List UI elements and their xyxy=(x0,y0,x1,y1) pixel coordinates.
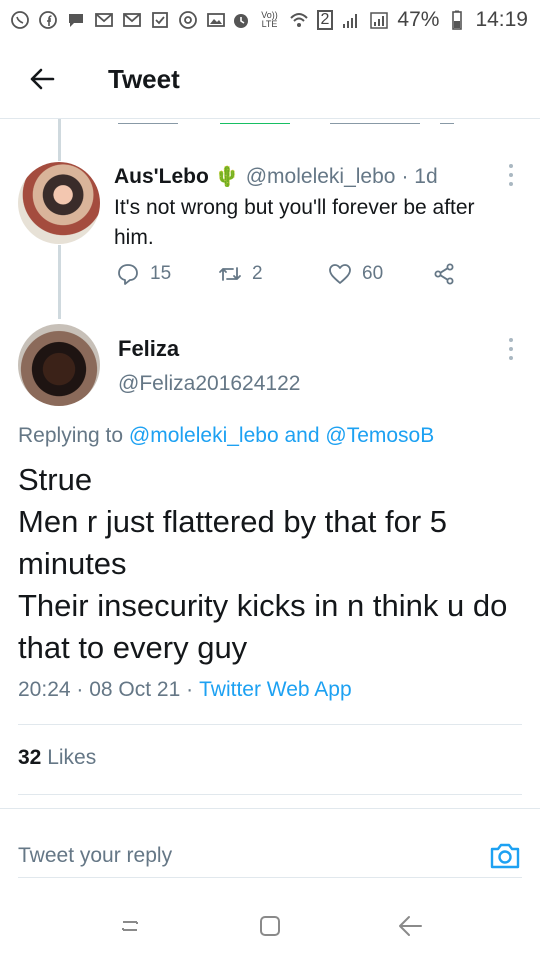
like-count: 60 xyxy=(362,263,384,284)
more-options-button[interactable] xyxy=(506,164,516,186)
system-nav-bar xyxy=(0,892,540,960)
author-name[interactable]: Aus'Lebo xyxy=(114,165,209,189)
main-tweet-text: Strue Men r just flattered by that for 5… xyxy=(18,459,518,669)
sim-indicator: 2 xyxy=(316,10,334,30)
tweet-line: Men r just flattered by that for 5 minut… xyxy=(18,504,448,581)
likes-label: Likes xyxy=(47,746,97,769)
arrow-left-icon xyxy=(30,68,55,90)
signal-icon-2 xyxy=(369,10,389,30)
like-action[interactable]: 60 xyxy=(328,262,383,286)
reply-count: 15 xyxy=(150,263,172,284)
tweet-line: Strue xyxy=(18,462,93,497)
divider xyxy=(18,724,522,725)
retweet-count: 2 xyxy=(252,263,263,284)
app-bar: Tweet xyxy=(0,40,540,118)
signal-icon xyxy=(341,10,361,30)
reply-input[interactable]: Tweet your reply xyxy=(18,844,172,868)
gallery-icon xyxy=(206,10,226,30)
volte-indicator: Vo)) LTE xyxy=(261,10,278,29)
clock: 14:19 xyxy=(475,8,528,31)
retweet-action[interactable]: 2 xyxy=(218,262,263,286)
home-button[interactable] xyxy=(250,906,290,946)
gmail-icon-2 xyxy=(122,10,142,30)
page-title: Tweet xyxy=(108,63,180,94)
tweet-source-link[interactable]: Twitter Web App xyxy=(199,678,352,702)
facebook-icon xyxy=(38,10,58,30)
thread-line-2 xyxy=(58,245,61,319)
reply-action[interactable]: 15 xyxy=(116,262,171,286)
avatar-main[interactable] xyxy=(18,324,100,406)
replying-and: and xyxy=(284,424,320,447)
divider-2 xyxy=(18,794,522,795)
cactus-emoji: 🌵 xyxy=(214,166,240,188)
home-icon xyxy=(260,916,280,936)
heart-icon xyxy=(329,264,351,284)
at-sign-icon xyxy=(178,10,198,30)
avatar[interactable] xyxy=(18,162,100,244)
back-icon xyxy=(399,916,422,936)
whatsapp-icon xyxy=(10,10,30,30)
battery-icon xyxy=(447,10,467,30)
wifi-icon xyxy=(289,10,309,30)
likes-count: 32 xyxy=(18,746,42,769)
recent-apps-button[interactable] xyxy=(110,906,150,946)
alarm-icon xyxy=(231,10,251,30)
tweet-timestamp: 20:24 · 08 Oct 21 · xyxy=(18,678,194,701)
battery-percent: 47% xyxy=(397,8,440,31)
tweet-age: · 1d xyxy=(401,164,438,188)
mention-link-2[interactable]: @TemosoB xyxy=(325,424,434,447)
thread-line xyxy=(58,119,61,161)
reply-icon xyxy=(118,264,138,285)
reply-tweet-text: It's not wrong but you'll forever be aft… xyxy=(114,196,475,249)
replying-to: Replying to @moleleki_lebo and @TemosoB xyxy=(18,424,434,448)
recent-apps-icon xyxy=(122,921,138,931)
tweet-line: Their insecurity kicks in n think u do t… xyxy=(18,588,508,665)
tweet-meta: 20:24 · 08 Oct 21 · Twitter Web App xyxy=(18,678,352,702)
app-bar-divider xyxy=(0,118,540,119)
reply-tweet-header: Aus'Lebo 🌵 @moleleki_lebo · 1d xyxy=(114,164,438,189)
likes-summary[interactable]: 32 Likes xyxy=(18,746,96,770)
gmail-icon xyxy=(94,10,114,30)
main-author-handle[interactable]: @Feliza201624122 xyxy=(118,372,300,396)
reply-composer[interactable]: Tweet your reply xyxy=(18,834,522,878)
main-more-options-button[interactable] xyxy=(506,338,516,360)
message-icon xyxy=(66,10,86,30)
status-bar: Vo)) LTE 2 47% 14:19 xyxy=(0,0,540,40)
share-icon xyxy=(434,263,454,285)
share-action[interactable] xyxy=(432,262,456,286)
divider-3 xyxy=(0,808,540,809)
reply-tweet-actions: 15 2 60 xyxy=(116,262,476,292)
camera-icon[interactable] xyxy=(488,839,522,873)
mention-link[interactable]: @moleleki_lebo xyxy=(129,424,279,447)
retweet-icon xyxy=(219,267,241,281)
main-author-name[interactable]: Feliza xyxy=(118,336,179,362)
system-back-button[interactable] xyxy=(390,906,430,946)
back-button[interactable] xyxy=(20,57,64,101)
checkbox-icon xyxy=(150,10,170,30)
author-handle[interactable]: @moleleki_lebo xyxy=(246,165,396,189)
replying-prefix: Replying to xyxy=(18,424,124,447)
